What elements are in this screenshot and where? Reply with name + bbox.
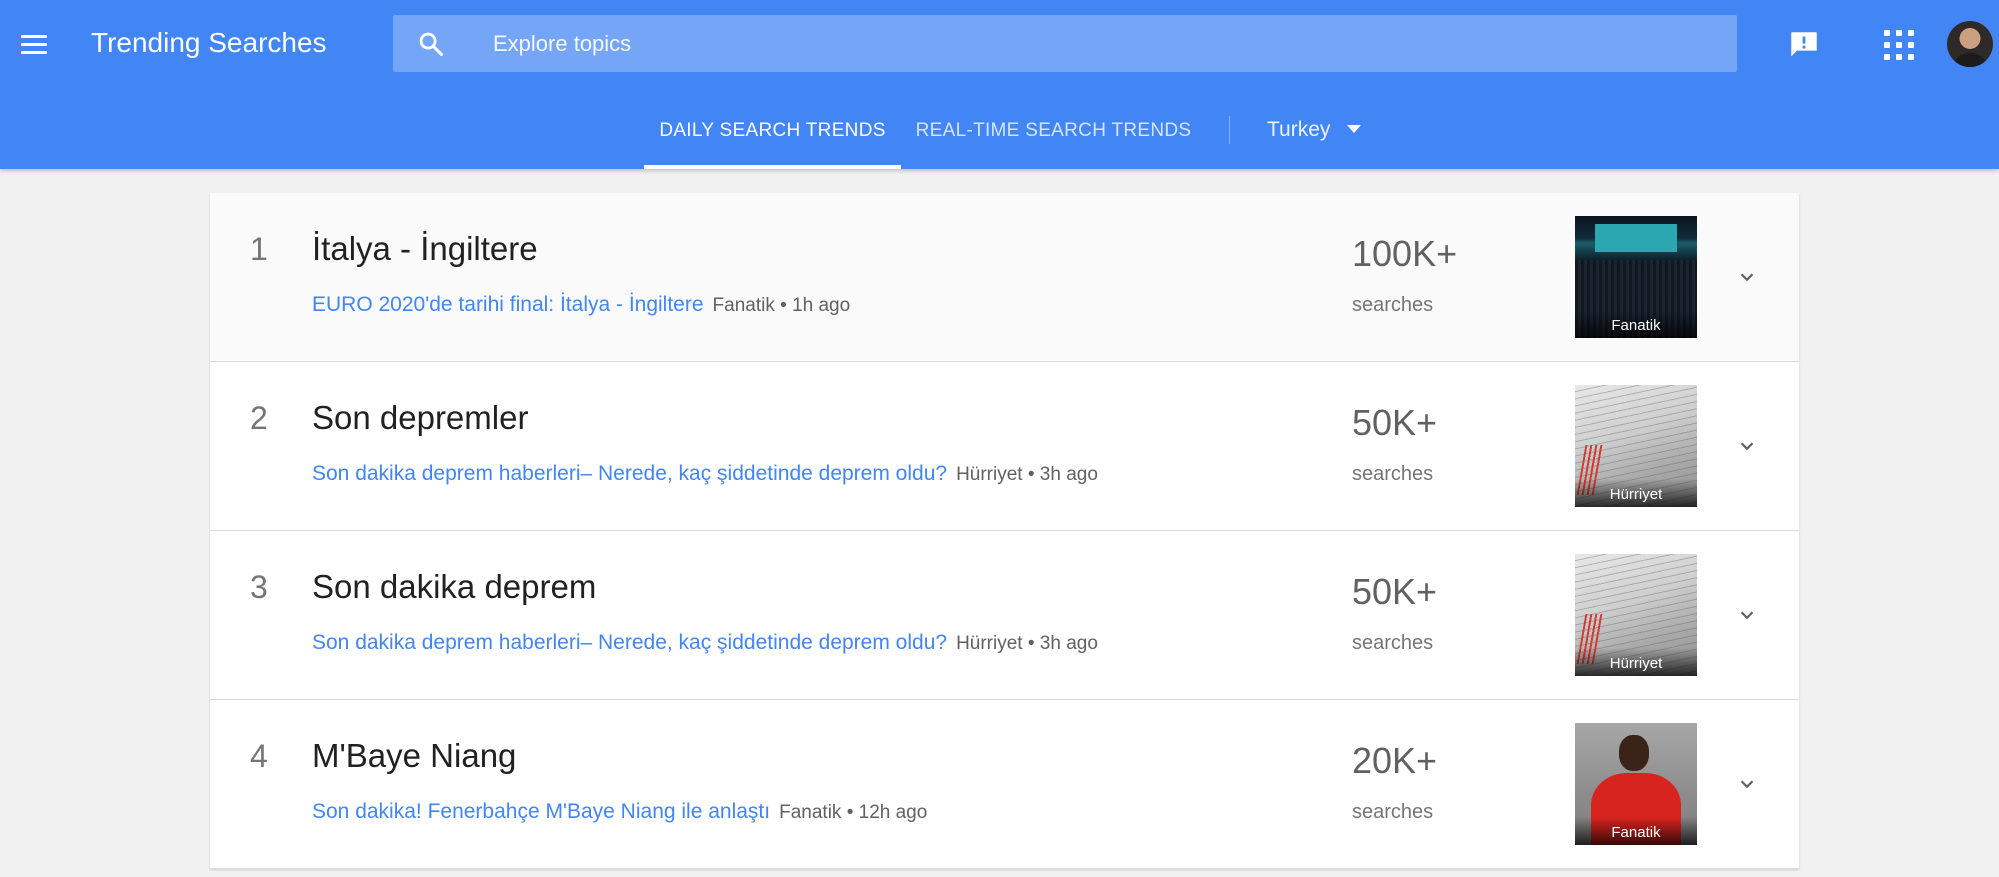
feedback-icon[interactable] (1786, 28, 1822, 62)
trend-list: 1 İtalya - İngiltere EURO 2020'de tarihi… (210, 193, 1799, 869)
search-count: 100K+ (1352, 233, 1458, 274)
article-source: Hürriyet • 3h ago (956, 633, 1098, 654)
tab-divider (1229, 116, 1230, 144)
country-label: Turkey (1267, 118, 1331, 141)
search-count: 50K+ (1352, 571, 1438, 612)
tab-daily-search-trends[interactable]: DAILY SEARCH TRENDS (644, 100, 901, 169)
trend-title[interactable]: M'Baye Niang (312, 737, 516, 775)
search-count: 20K+ (1352, 740, 1438, 781)
chevron-down-icon[interactable] (1736, 773, 1758, 795)
trend-rank: 4 (250, 738, 268, 774)
trend-article: Son dakika deprem haberleri– Nerede, kaç… (312, 462, 1098, 486)
thumbnail-source: Fanatik (1575, 310, 1697, 338)
avatar[interactable] (1947, 21, 1993, 67)
trend-thumbnail[interactable]: Fanatik (1575, 723, 1697, 845)
trend-title[interactable]: Son dakika deprem (312, 568, 596, 606)
article-source: Hürriyet • 3h ago (956, 464, 1098, 485)
search-count-label: searches (1352, 463, 1434, 485)
search-count: 50K+ (1352, 402, 1438, 443)
trend-thumbnail[interactable]: Hürriyet (1575, 385, 1697, 507)
trend-article: EURO 2020'de tarihi final: İtalya - İngi… (312, 293, 850, 317)
search-count-label: searches (1352, 801, 1434, 823)
chevron-down-icon[interactable] (1736, 435, 1758, 457)
trend-title[interactable]: Son depremler (312, 399, 528, 437)
trend-article: Son dakika deprem haberleri– Nerede, kaç… (312, 631, 1098, 655)
country-select[interactable]: Turkey (1267, 118, 1361, 150)
trend-article: Son dakika! Fenerbahçe M'Baye Niang ile … (312, 800, 927, 824)
page-title: Trending Searches (91, 27, 327, 58)
article-source: Fanatik • 12h ago (779, 802, 928, 823)
top-app-bar: Trending Searches DAILY SEARCH TRENDS RE… (0, 0, 1999, 169)
search-icon[interactable] (417, 30, 445, 58)
trend-row[interactable]: 4 M'Baye Niang Son dakika! Fenerbahçe M'… (210, 700, 1799, 869)
search-input[interactable] (493, 15, 1693, 72)
article-link[interactable]: EURO 2020'de tarihi final: İtalya - İngi… (312, 293, 704, 316)
search-count-label: searches (1352, 632, 1434, 654)
trend-rank: 2 (250, 400, 268, 436)
trend-rank: 1 (250, 231, 268, 267)
trend-thumbnail[interactable]: Fanatik (1575, 216, 1697, 338)
thumbnail-source: Hürriyet (1575, 648, 1697, 676)
trend-rank: 3 (250, 569, 268, 605)
trend-title[interactable]: İtalya - İngiltere (312, 230, 538, 268)
article-link[interactable]: Son dakika deprem haberleri– Nerede, kaç… (312, 462, 947, 485)
thumbnail-source: Hürriyet (1575, 479, 1697, 507)
search-box[interactable] (393, 15, 1737, 72)
trend-row[interactable]: 2 Son depremler Son dakika deprem haberl… (210, 362, 1799, 531)
article-link[interactable]: Son dakika! Fenerbahçe M'Baye Niang ile … (312, 800, 770, 823)
trend-row[interactable]: 3 Son dakika deprem Son dakika deprem ha… (210, 531, 1799, 700)
thumbnail-source: Fanatik (1575, 817, 1697, 845)
chevron-down-icon[interactable] (1736, 266, 1758, 288)
chevron-down-icon[interactable] (1736, 604, 1758, 626)
trend-thumbnail[interactable]: Hürriyet (1575, 554, 1697, 676)
tab-realtime-search-trends[interactable]: REAL-TIME SEARCH TRENDS (901, 100, 1206, 169)
article-link[interactable]: Son dakika deprem haberleri– Nerede, kaç… (312, 631, 947, 654)
article-source: Fanatik • 1h ago (712, 295, 851, 316)
menu-icon[interactable] (16, 26, 52, 62)
apps-grid-icon[interactable] (1884, 30, 1914, 60)
trend-row[interactable]: 1 İtalya - İngiltere EURO 2020'de tarihi… (210, 193, 1799, 362)
dropdown-caret-icon (1347, 125, 1361, 133)
search-count-label: searches (1352, 294, 1434, 316)
